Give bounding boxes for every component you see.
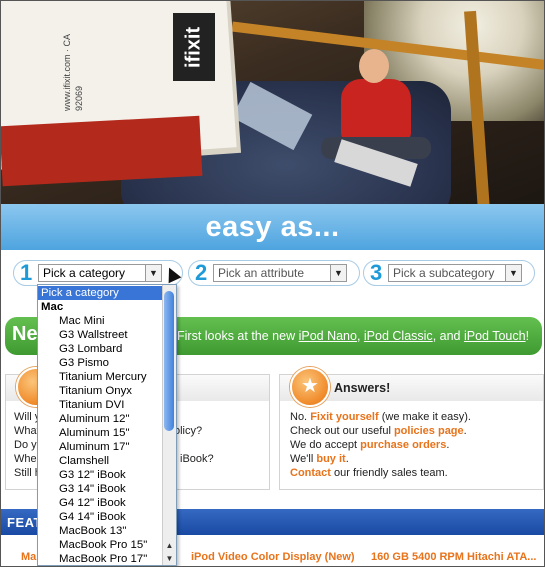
news-heading: Ne <box>12 323 38 345</box>
page-frame: ifixit www.ifixit.com · CA 92069 easy as… <box>0 0 545 567</box>
dropdown-option[interactable]: Mac Mini <box>38 314 162 328</box>
dropdown-option[interactable]: G4 14" iBook <box>38 510 162 524</box>
ipod-classic-link[interactable]: iPod Classic <box>364 329 433 343</box>
answers-title: Answers! <box>334 381 391 395</box>
policies-page-link[interactable]: policies page <box>394 425 464 437</box>
dropdown-option[interactable]: Titanium Onyx <box>38 384 162 398</box>
dropdown-options: Pick a category Mac Mac Mini G3 Wallstreet G… <box>38 286 162 565</box>
hero-photo: ifixit www.ifixit.com · CA 92069 <box>1 1 544 204</box>
product-link[interactable]: iPod Video Color Display (New) <box>191 551 355 563</box>
dropdown-option[interactable]: MacBook 13" <box>38 524 162 538</box>
dropdown-option[interactable]: G3 12" iBook <box>38 468 162 482</box>
dropdown-option[interactable]: G4 12" iBook <box>38 496 162 510</box>
scroll-down-icon[interactable]: ▼ <box>163 553 176 565</box>
easy-as-banner: easy as... <box>1 204 544 250</box>
product-link[interactable]: Ma <box>21 551 36 563</box>
answers-box: ★ Answers! No. Fixit yourself (we make i… <box>279 367 544 490</box>
step-number: 1 <box>20 260 33 285</box>
step-number: 2 <box>195 260 208 285</box>
chevron-down-icon[interactable]: ▼ <box>505 265 521 281</box>
banner-title: easy as... <box>205 211 340 243</box>
category-dropdown-list[interactable]: Pick a category Mac Mac Mini G3 Wallstreet G… <box>37 284 177 566</box>
ipod-touch-link[interactable]: iPod Touch <box>464 329 526 343</box>
step-1: 1 Pick a category ▼ <box>13 260 183 286</box>
buy-it-link[interactable]: buy it <box>316 453 345 465</box>
product-link[interactable]: 160 GB 5400 RPM Hitachi ATA... <box>371 551 536 563</box>
ipod-nano-link[interactable]: iPod Nano <box>299 329 357 343</box>
dropdown-option[interactable]: Aluminum 15" <box>38 426 162 440</box>
step-2: 2 Pick an attribute ▼ <box>188 260 360 286</box>
dropdown-option[interactable]: MacBook Pro 15" <box>38 538 162 552</box>
news-text: First looks at the new iPod Nano, iPod C… <box>177 329 530 343</box>
dropdown-option[interactable]: G3 Wallstreet <box>38 328 162 342</box>
dropdown-scrollbar[interactable]: ▲ ▼ <box>162 285 176 565</box>
fixit-yourself-link[interactable]: Fixit yourself <box>310 411 378 423</box>
dropdown-option[interactable]: MacBook Pro 17" <box>38 552 162 565</box>
book-text: www.ifixit.com · CA 92069 <box>62 34 84 111</box>
scroll-up-icon[interactable]: ▲ <box>163 540 176 552</box>
dropdown-option[interactable]: G3 14" iBook <box>38 482 162 496</box>
dropdown-option[interactable]: Aluminum 12" <box>38 412 162 426</box>
dropdown-option[interactable]: Pick a category <box>38 286 162 300</box>
dropdown-group-label: Mac <box>41 301 64 313</box>
scrollbar-thumb[interactable] <box>164 291 174 431</box>
dropdown-option[interactable]: G3 Lombard <box>38 342 162 356</box>
step-number: 3 <box>370 260 383 285</box>
dropdown-option[interactable]: Clamshell <box>38 454 162 468</box>
category-select[interactable]: Pick a category ▼ <box>38 264 162 282</box>
dropdown-option[interactable]: Titanium Mercury <box>38 370 162 384</box>
dropdown-option[interactable]: G3 Pismo <box>38 356 162 370</box>
answers-text: No. Fixit yourself (we make it easy). Ch… <box>290 411 471 479</box>
ifixit-logo: ifixit <box>173 13 215 81</box>
step-3: 3 Pick a subcategory ▼ <box>363 260 535 286</box>
chevron-down-icon[interactable]: ▼ <box>330 265 346 281</box>
contact-link[interactable]: Contact <box>290 467 331 479</box>
purchase-orders-link[interactable]: purchase orders <box>360 439 446 451</box>
star-icon: ★ <box>290 367 330 407</box>
dropdown-option[interactable]: Aluminum 17" <box>38 440 162 454</box>
attribute-select[interactable]: Pick an attribute ▼ <box>213 264 347 282</box>
subcategory-select[interactable]: Pick a subcategory ▼ <box>388 264 522 282</box>
dropdown-option[interactable]: Titanium DVI <box>38 398 162 412</box>
chevron-down-icon[interactable]: ▼ <box>145 265 161 281</box>
